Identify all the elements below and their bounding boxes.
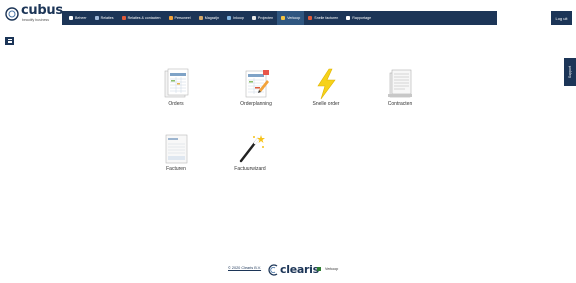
invoice-icon — [308, 16, 313, 20]
tile-label: Facturen — [166, 166, 186, 172]
current-page-label: Verkoop — [325, 267, 339, 271]
projects-icon — [251, 16, 256, 20]
relations-icon — [94, 16, 99, 20]
menu-toggle-button[interactable] — [5, 37, 14, 45]
sales-module-icon — [317, 267, 321, 271]
tile-label: Snelle order — [312, 101, 340, 107]
magic-wand-icon — [239, 135, 265, 163]
brand-tagline: beautify business — [22, 18, 50, 22]
nav-item-projecten[interactable]: Projecten — [248, 11, 277, 25]
copyright-link[interactable]: © 2020 Clearis B.V. — [228, 266, 261, 270]
nav-item-beheer[interactable]: Beheer — [65, 11, 91, 25]
contracts-icon — [388, 69, 412, 98]
orders-icon — [164, 68, 189, 98]
contacts-icon — [121, 16, 126, 20]
nav-item-label: Snelle facturen — [314, 16, 339, 20]
brand-name: cubus — [21, 3, 63, 18]
company-logo-text: clearis — [280, 263, 319, 276]
nav-item-label: Relaties — [100, 16, 114, 20]
tile-label: Contracten — [387, 101, 413, 107]
nav-item-verkoop[interactable]: Verkoop — [277, 11, 305, 25]
hamburger-icon-line — [7, 40, 12, 42]
nav-item-label: Verkoop — [287, 16, 301, 20]
cubus-logo-mark-icon — [5, 7, 19, 21]
lightning-icon — [317, 68, 336, 100]
tile-contracten[interactable]: Contracten — [370, 68, 430, 118]
tile-label: Factuurwizard — [234, 166, 266, 172]
hamburger-icon — [7, 38, 12, 40]
support-label: Support — [568, 65, 573, 79]
nav-item-inkoop[interactable]: Inkoop — [223, 11, 248, 25]
nav-item-magazijn[interactable]: Magazijn — [195, 11, 223, 25]
home-icon — [69, 16, 73, 20]
nav-item-label: Relaties & contacten — [127, 16, 161, 20]
hamburger-icon-line — [7, 42, 12, 44]
nav-item-label: Projecten — [257, 16, 274, 20]
tile-snelle-order[interactable]: Snelle order — [296, 68, 356, 118]
purchase-icon — [227, 16, 232, 20]
tile-facturen[interactable]: Facturen — [146, 133, 206, 183]
warehouse-icon — [198, 16, 203, 20]
sales-icon — [281, 16, 286, 20]
nav-item-label: Rapportage — [352, 16, 372, 20]
tile-factuurwizard[interactable]: Factuurwizard — [220, 133, 280, 183]
clearis-logo-icon — [268, 264, 278, 276]
nav-item-relaties[interactable]: Relaties — [91, 11, 118, 25]
nav-item-relaties-contacten[interactable]: Relaties & contacten — [118, 11, 165, 25]
nav-item-snelle-facturen[interactable]: Snelle facturen — [304, 11, 342, 25]
cubus-logo[interactable]: cubus beautify business — [4, 3, 63, 24]
nav-item-rapportage[interactable]: Rapportage — [342, 11, 375, 25]
top-bar: cubus beautify business Beheer Relaties … — [0, 0, 576, 27]
footer: © 2020 Clearis B.V. clearis Verkoop — [0, 263, 576, 277]
nav-item-personeel[interactable]: Personeel — [165, 11, 195, 25]
invoices-icon — [165, 134, 188, 164]
support-tab[interactable]: Support — [564, 58, 576, 86]
report-icon — [346, 16, 351, 20]
nav-item-label: Personeel — [174, 16, 191, 20]
tile-label: Orderplanning — [240, 101, 272, 107]
nav-item-label: Inkoop — [233, 16, 244, 20]
personnel-icon — [168, 16, 173, 20]
tile-orderplanning[interactable]: Orderplanning — [226, 68, 286, 118]
nav-item-label: Beheer — [75, 16, 87, 20]
order-planning-icon — [245, 70, 269, 98]
tile-orders[interactable]: Orders — [146, 68, 206, 118]
main-navigation: Beheer Relaties Relaties & contacten Per… — [62, 11, 497, 25]
nav-item-label: Magazijn — [204, 16, 220, 20]
tile-label: Orders — [168, 101, 184, 107]
logout-button[interactable]: Log uit — [551, 11, 572, 25]
